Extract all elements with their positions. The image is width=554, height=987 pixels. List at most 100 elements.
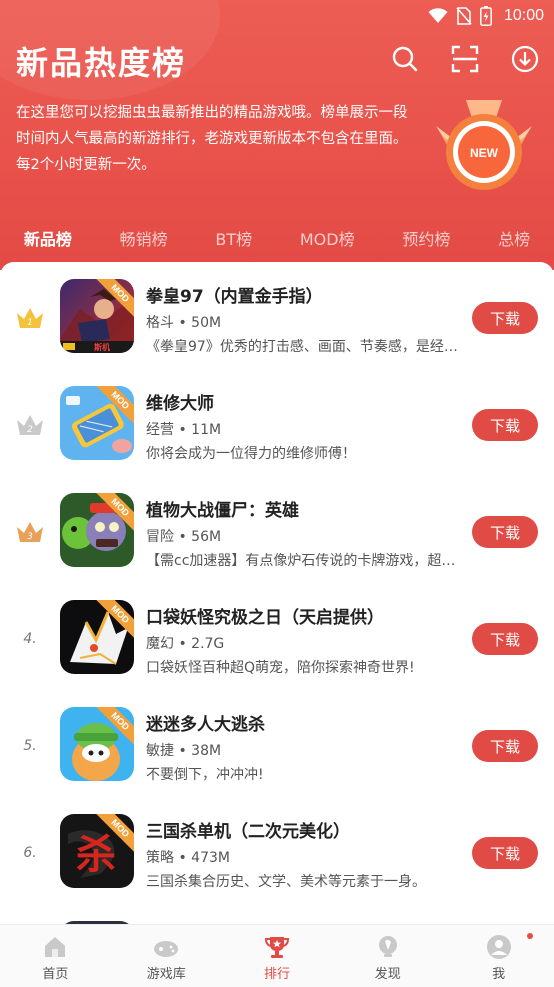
app-icon[interactable]: MOD: [60, 600, 134, 674]
download-button[interactable]: 下载: [472, 730, 538, 762]
game-description: 三国杀集合历史、文学、美术等元素于一身。: [146, 874, 426, 890]
game-description: 【需cc加速器】有点像炉石传说的卡牌游戏，超多人物角色: [146, 553, 458, 569]
list-item[interactable]: 5. MOD 迷迷多人大逃杀 敏捷 • 38M 不要倒下，冲冲冲! 下载: [0, 694, 554, 794]
meta-separator: •: [178, 743, 187, 759]
list-item[interactable]: 4. MOD 口袋妖怪究极之日（天启提供） 魔幻 • 2.7G 口袋妖怪百种超Q…: [0, 587, 554, 687]
rank-badge: 5.: [14, 730, 46, 762]
download-button[interactable]: 下载: [472, 302, 538, 334]
meta-separator: •: [178, 529, 187, 545]
profile-icon: [486, 935, 511, 959]
rank-badge: 4.: [14, 623, 46, 655]
app-icon[interactable]: MOD: [60, 493, 134, 567]
nav-profile[interactable]: 我: [443, 925, 554, 987]
bottom-nav: 首页 游戏库 排行 发现 我: [0, 924, 554, 987]
bronze-crown-icon: 3: [17, 522, 43, 542]
nav-label: 游戏库: [146, 967, 186, 982]
game-description: 不要倒下，冲冲冲!: [146, 767, 264, 783]
app-icon[interactable]: MOD: [60, 386, 134, 460]
game-description: 你将会成为一位得力的维修师傅！: [146, 446, 356, 462]
game-category: 格斗: [146, 315, 174, 331]
rank-number: 2: [27, 425, 33, 435]
nav-ranking[interactable]: 排行: [222, 925, 333, 987]
meta-separator: •: [178, 850, 187, 866]
ranking-description: 在这里您可以挖掘虫虫最新推出的精品游戏哦。榜单展示一段时间内人气最高的新游排行，…: [16, 105, 408, 173]
list-item-partial[interactable]: [0, 908, 554, 925]
game-size: 11M: [191, 422, 222, 438]
game-category: 经营: [146, 422, 174, 438]
game-size: 38M: [191, 743, 222, 759]
tab-mod[interactable]: MOD榜: [294, 226, 361, 250]
game-size: 50M: [191, 315, 222, 331]
tab-bt[interactable]: BT榜: [209, 226, 258, 250]
app-icon[interactable]: 斯机 MOD: [60, 279, 134, 353]
no-sim-icon: [456, 7, 472, 25]
game-list: 1 斯机 MOD 拳皇97（内置金手指） 格斗 • 50M 《拳皇97》优秀的打…: [0, 262, 554, 925]
game-name: 口袋妖怪究极之日（天启提供）: [146, 608, 384, 628]
new-medal-icon: NEW: [436, 100, 532, 190]
tab-bestseller[interactable]: 畅销榜: [114, 226, 174, 250]
notification-dot: [526, 933, 533, 939]
game-size: 473M: [191, 850, 230, 866]
download-button[interactable]: 下载: [472, 837, 538, 869]
download-icon: [511, 45, 539, 73]
header: 10:00 新品热度榜 在这里您可以挖掘虫虫最新推出的精品游戏哦。榜单展示一段时…: [0, 0, 554, 270]
game-category: 冒险: [146, 529, 174, 545]
game-name: 维修大师: [146, 394, 214, 414]
rank-badge: 6.: [14, 837, 46, 869]
nav-home[interactable]: 首页: [0, 925, 111, 987]
game-meta: 敏捷 • 38M: [146, 740, 221, 760]
list-item[interactable]: 1 斯机 MOD 拳皇97（内置金手指） 格斗 • 50M 《拳皇97》优秀的打…: [0, 266, 554, 366]
rank-number: 1: [27, 318, 33, 328]
search-icon: [392, 46, 418, 72]
app-icon[interactable]: MOD: [60, 707, 134, 781]
meta-separator: •: [178, 422, 187, 438]
tab-reservation[interactable]: 预约榜: [396, 226, 456, 250]
download-button[interactable]: 下载: [472, 409, 538, 441]
nav-label: 我: [492, 967, 506, 982]
game-name: 植物大战僵尸：英雄: [146, 501, 299, 521]
app-icon[interactable]: 杀 MOD: [60, 814, 134, 888]
tab-new[interactable]: 新品榜: [18, 226, 78, 250]
game-meta: 格斗 • 50M: [146, 312, 221, 332]
rank-number: 3: [27, 532, 33, 542]
scan-icon: [451, 45, 479, 73]
rank-number: 5.: [23, 738, 37, 754]
discover-icon: [378, 936, 397, 957]
game-name: 拳皇97（内置金手指）: [146, 287, 323, 307]
meta-separator: •: [178, 636, 187, 652]
scan-button[interactable]: [450, 44, 480, 74]
download-button[interactable]: 下载: [472, 516, 538, 548]
list-item[interactable]: 2 MOD 维修大师 经营 • 11M 你将会成为一位得力的维修师傅！ 下载: [0, 373, 554, 473]
rank-number: 6.: [23, 845, 37, 861]
page-title: 新品热度榜: [16, 44, 187, 82]
download-manager-button[interactable]: [510, 44, 540, 74]
list-item[interactable]: 3 MOD 植物大战僵尸：英雄 冒险 • 56M 【需cc加速器】有点像炉石传说…: [0, 480, 554, 580]
game-description: 《拳皇97》优秀的打击感、画面、节奏感，是经典中的经典: [146, 339, 458, 355]
nav-discover[interactable]: 发现: [332, 925, 443, 987]
game-size: 56M: [191, 529, 222, 545]
download-button[interactable]: 下载: [472, 623, 538, 655]
wifi-icon: [428, 8, 448, 23]
game-category: 魔幻: [146, 636, 174, 652]
game-description: 口袋妖怪百种超Q萌宠，陪你探索神奇世界!: [146, 660, 415, 676]
search-button[interactable]: [390, 44, 420, 74]
game-meta: 策略 • 473M: [146, 847, 230, 867]
game-meta: 冒险 • 56M: [146, 526, 221, 546]
game-meta: 经营 • 11M: [146, 419, 221, 439]
nav-game-library[interactable]: 游戏库: [111, 925, 222, 987]
medal-text: NEW: [470, 146, 499, 160]
game-category: 敏捷: [146, 743, 174, 759]
rank-badge: 1: [14, 302, 46, 334]
list-item[interactable]: 6. 杀 MOD 三国杀单机（二次元美化） 策略 • 473M 三国杀集合历史、…: [0, 801, 554, 901]
battery-icon: [480, 6, 492, 26]
ranking-tabs: 新品榜 畅销榜 BT榜 MOD榜 预约榜 总榜: [0, 212, 554, 264]
icon-caption: 杀: [76, 831, 116, 878]
silver-crown-icon: 2: [17, 415, 43, 435]
game-name: 三国杀单机（二次元美化）: [146, 822, 350, 842]
trophy-icon: [264, 937, 289, 958]
tab-overall[interactable]: 总榜: [492, 226, 536, 250]
status-bar: 10:00: [428, 4, 544, 28]
nav-label: 发现: [374, 967, 401, 982]
nav-label: 排行: [263, 967, 290, 982]
game-size: 2.7G: [191, 636, 225, 652]
